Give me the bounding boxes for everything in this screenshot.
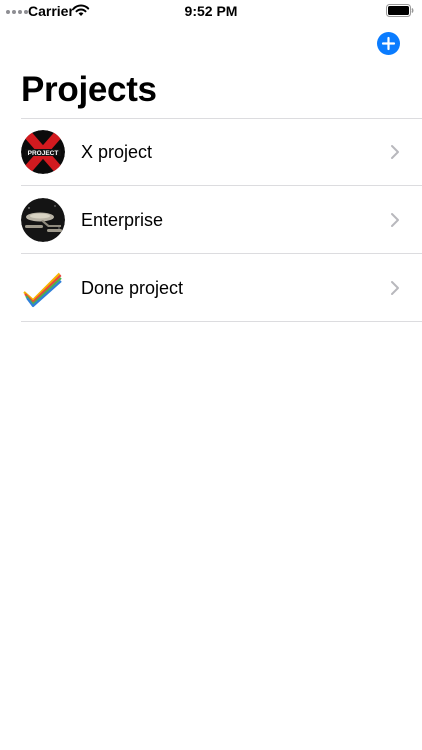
project-name: Enterprise (81, 210, 164, 230)
project-row[interactable]: Enterprise (0, 186, 422, 254)
project-list: PROJECT X project Enterprise Done projec… (0, 118, 422, 322)
x-project-avatar: PROJECT (21, 130, 65, 174)
svg-text:PROJECT: PROJECT (28, 150, 59, 157)
clock-time: 9:52 PM (184, 3, 238, 19)
battery-icon (386, 4, 414, 17)
checkmark-logo-avatar (21, 266, 65, 310)
page-title: Projects (21, 70, 157, 109)
chevron-right-icon (391, 213, 399, 227)
chevron-right-icon (391, 281, 399, 295)
project-name: X project (81, 142, 153, 162)
project-row[interactable]: PROJECT X project (0, 118, 422, 186)
chevron-right-icon (391, 145, 399, 159)
project-name: Done project (81, 278, 184, 298)
plus-circle-fill-icon (381, 36, 396, 51)
enterprise-ship-avatar (21, 198, 65, 242)
add-project-button[interactable] (377, 32, 400, 55)
status-bar: Carrier 9:52 PM (0, 0, 422, 22)
project-row[interactable]: Done project (0, 254, 422, 322)
